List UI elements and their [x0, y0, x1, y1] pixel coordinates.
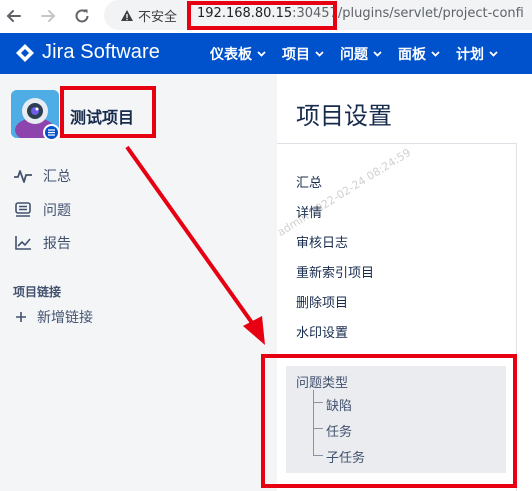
annotation-arrow [125, 145, 265, 345]
